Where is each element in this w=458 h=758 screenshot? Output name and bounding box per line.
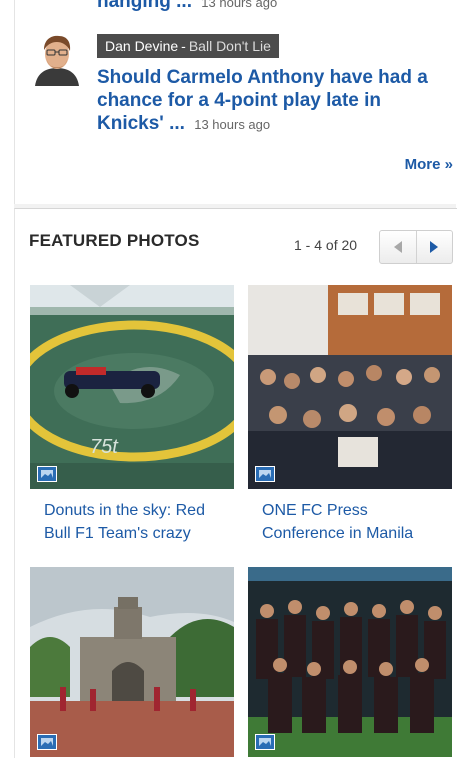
photo-card[interactable]: 75t Donuts in the sky: Red Bull F1 Team'… — [30, 285, 234, 545]
pager-controls — [379, 230, 453, 264]
previous-story-headline[interactable]: hanging ... 13 hours ago — [97, 0, 437, 13]
photo-thumbnail[interactable] — [248, 567, 452, 757]
photo-image-press-conference — [248, 285, 452, 489]
photo-card[interactable] — [30, 567, 234, 757]
photo-caption[interactable]: Donuts in the sky: Red Bull F1 Team's cr… — [30, 489, 234, 545]
more-link[interactable]: More » — [405, 156, 453, 173]
photo-gallery-icon — [37, 734, 57, 750]
svg-text:75t: 75t — [90, 436, 119, 458]
photo-thumbnail[interactable] — [30, 567, 234, 757]
previous-story-time: 13 hours ago — [201, 0, 278, 10]
photo-thumbnail[interactable] — [248, 285, 452, 489]
photo-card[interactable] — [248, 567, 452, 757]
featured-photos-panel: FEATURED PHOTOS 1 - 4 of 20 75t Donuts i… — [14, 208, 457, 758]
photo-gallery-icon — [37, 466, 57, 482]
story-headline[interactable]: Should Carmelo Anthony have had a chance… — [97, 66, 442, 136]
photo-image-helipad: 75t — [30, 285, 234, 489]
photo-card[interactable]: ONE FC Press Conference in Manila — [248, 285, 452, 545]
left-arrow-icon — [393, 241, 402, 253]
author-name[interactable]: Dan Devine — [105, 38, 178, 54]
photo-image-soccer-team — [248, 567, 452, 757]
avatar-photo — [31, 30, 83, 86]
photo-image-fort-gate — [30, 567, 234, 757]
next-page-button[interactable] — [417, 231, 453, 263]
blog-name[interactable]: Ball Don't Lie — [189, 38, 271, 54]
photo-gallery-icon — [255, 734, 275, 750]
story-time: 13 hours ago — [194, 117, 271, 132]
photo-caption[interactable]: ONE FC Press Conference in Manila — [248, 489, 452, 545]
news-stream-panel: hanging ... 13 hours ago Dan Devine - Ball… — [14, 0, 457, 204]
author-separator: - — [181, 38, 186, 54]
photo-thumbnail[interactable]: 75t — [30, 285, 234, 489]
photo-gallery-icon — [255, 466, 275, 482]
author-badge[interactable]: Dan Devine - Ball Don't Lie — [97, 34, 279, 58]
pager-count: 1 - 4 of 20 — [294, 237, 358, 253]
previous-headline-text[interactable]: hanging ... — [97, 0, 192, 12]
featured-photos-title: FEATURED PHOTOS — [29, 231, 200, 250]
author-avatar[interactable] — [31, 30, 83, 86]
right-arrow-icon — [430, 241, 439, 253]
previous-page-button[interactable] — [380, 231, 417, 263]
